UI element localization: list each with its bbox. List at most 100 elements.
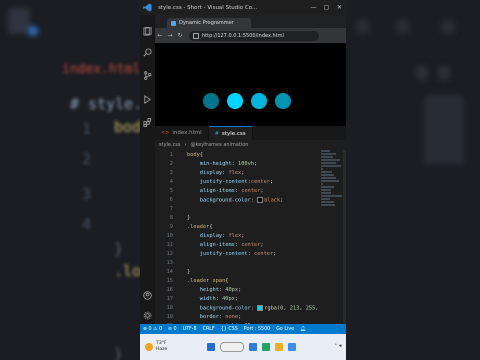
line-number: 4 xyxy=(169,179,173,185)
browser-tab[interactable]: Dynamic Programmer xyxy=(167,18,251,28)
language-indicator[interactable]: {} CSS xyxy=(221,327,238,332)
background-right xyxy=(346,0,480,360)
window-title: style.css - Short - Visual Studio Co... xyxy=(158,4,258,11)
tab-label: index.html xyxy=(172,130,202,136)
loader-dot xyxy=(227,93,243,109)
code-line: background-color: rgba(0, 213, 255, xyxy=(199,305,319,312)
lock-icon xyxy=(193,32,199,39)
weather-condition: Haze xyxy=(156,347,168,352)
background-line-number: 1 xyxy=(82,120,92,138)
tab-index-html[interactable]: <> index.html xyxy=(155,126,209,140)
search-icon[interactable] xyxy=(143,42,152,57)
code-editor: <> index.html # style.css style.css › @k… xyxy=(155,126,346,338)
background-minimap xyxy=(424,96,464,166)
code-line: justify-content:center; xyxy=(199,179,274,185)
favicon-icon xyxy=(171,20,176,26)
bell-icon[interactable]: 🔔︎ xyxy=(300,327,306,332)
vscode-logo-icon xyxy=(140,0,154,15)
code-line: } xyxy=(187,215,191,221)
breadcrumb-file[interactable]: style.css xyxy=(159,142,181,148)
source-control-icon[interactable] xyxy=(143,65,152,80)
browser-tab-bar: Dynamic Programmer xyxy=(155,15,346,28)
line-number: 3 xyxy=(169,170,173,176)
line-number: 2 xyxy=(169,161,173,167)
minimap[interactable] xyxy=(321,150,343,300)
live-server-port[interactable]: Port : 5500 xyxy=(244,327,270,332)
encoding-indicator[interactable]: UTF-8 xyxy=(183,327,197,332)
title-bar: style.css - Short - Visual Studio Co... … xyxy=(140,0,346,15)
windows-start-icon[interactable] xyxy=(207,343,215,351)
code-line: display: flex; xyxy=(199,233,245,239)
background-brace: } xyxy=(114,240,124,258)
eol-indicator[interactable]: CRLF xyxy=(203,327,215,332)
html-file-icon: <> xyxy=(161,130,170,136)
breadcrumb-symbol[interactable]: @keyframes animation xyxy=(191,142,249,148)
browser-tab-title: Dynamic Programmer xyxy=(179,20,234,26)
back-arrow-icon[interactable]: ← xyxy=(155,32,165,39)
breadcrumb: style.css › @keyframes animation xyxy=(155,140,346,149)
windows-taskbar: 73°F Haze ⌃ 🔊︎ xyxy=(140,334,346,360)
line-number: 19 xyxy=(166,314,173,320)
browser-preview: Dynamic Programmer ← → ↻ http://127.0.0.… xyxy=(155,15,346,126)
background-code: bod xyxy=(114,118,140,136)
code-line: justify-content: center; xyxy=(199,251,277,257)
code-line: align-items: center; xyxy=(199,188,264,194)
line-number: 1 xyxy=(169,152,173,158)
page-viewport xyxy=(155,43,346,126)
ports-indicator[interactable]: ⊘ 0 xyxy=(168,327,177,332)
line-number: 12 xyxy=(166,251,173,257)
extensions-icon[interactable] xyxy=(143,112,152,127)
line-number: 17 xyxy=(166,296,173,302)
line-number: 15 xyxy=(166,278,173,284)
breadcrumb-separator: › xyxy=(184,141,187,148)
go-live-button[interactable]: Go Live xyxy=(276,327,294,332)
tab-style-css[interactable]: # style.css xyxy=(208,126,253,140)
tray-icons: ⌃ 🔊︎ xyxy=(333,344,342,349)
code-line: align-items: center; xyxy=(199,242,264,248)
close-button[interactable]: ✕ xyxy=(333,4,346,11)
file-explorer-icon[interactable] xyxy=(275,343,283,351)
css-file-icon: # xyxy=(214,130,219,137)
vscode-window: style.css - Short - Visual Studio Co... … xyxy=(140,0,346,360)
reload-icon[interactable]: ↻ xyxy=(175,32,185,39)
background-left: index.html # style.css 1 bod 2 3 4 } .lo… xyxy=(0,0,140,360)
account-icon[interactable] xyxy=(143,285,152,300)
line-number: 14 xyxy=(166,269,173,275)
vscode-taskbar-icon[interactable] xyxy=(288,343,296,351)
status-bar: ⊗ 0 ⚠ 0 ⊘ 0 UTF-8 CRLF {} CSS Port : 550… xyxy=(140,324,346,334)
tab-label: style.css xyxy=(221,130,246,137)
background-line-number: 2 xyxy=(82,150,92,168)
system-tray[interactable]: ⌃ 🔊︎ xyxy=(334,344,342,350)
line-number: 9 xyxy=(169,224,173,230)
taskbar-search-box[interactable] xyxy=(220,342,244,352)
code-line: } xyxy=(187,269,191,275)
background-window-button xyxy=(356,20,370,34)
maximize-button[interactable]: ▢ xyxy=(320,4,333,11)
vertical-scrollbar[interactable] xyxy=(343,150,346,324)
forward-arrow-icon[interactable]: → xyxy=(165,32,175,39)
edge-browser-icon[interactable] xyxy=(262,343,270,351)
run-debug-icon[interactable] xyxy=(143,89,152,104)
code-line: width: 40px; xyxy=(199,296,239,302)
code-line: height: 40px; xyxy=(199,287,242,293)
line-number: 13 xyxy=(166,260,173,266)
code-line: background-color: black; xyxy=(199,197,284,204)
minimize-button[interactable]: — xyxy=(307,4,320,11)
background-icon xyxy=(8,8,30,34)
code-line: .loader span{ xyxy=(187,278,229,284)
task-view-icon[interactable] xyxy=(249,343,257,351)
background-line-number: 4 xyxy=(82,215,92,233)
background-file-label: # style.css xyxy=(70,95,140,113)
line-number: 8 xyxy=(169,215,173,221)
weather-widget[interactable]: 73°F Haze xyxy=(145,341,195,353)
problems-indicator[interactable]: ⊗ 0 ⚠ 0 xyxy=(143,327,162,332)
editor-tab-bar: <> index.html # style.css xyxy=(155,126,346,140)
code-line: border: none; xyxy=(199,314,242,320)
line-number: 7 xyxy=(169,206,173,212)
explorer-icon[interactable] xyxy=(143,21,152,36)
address-bar[interactable]: http://127.0.0.1:5500/index.html xyxy=(189,30,319,41)
settings-gear-icon[interactable] xyxy=(143,305,152,320)
line-number: 10 xyxy=(166,233,173,239)
background-icon xyxy=(438,66,450,80)
background-line-number: 3 xyxy=(82,185,92,203)
